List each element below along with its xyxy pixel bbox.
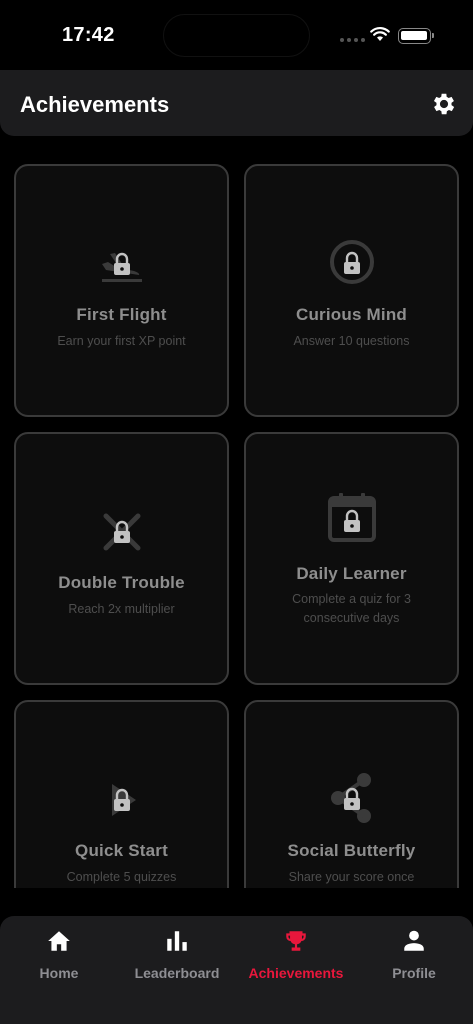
cellular-signal-icon (340, 38, 365, 42)
lock-icon (113, 520, 130, 543)
status-time: 17:42 (62, 24, 115, 46)
achievement-card-first-flight[interactable]: First Flight Earn your first XP point (14, 164, 229, 417)
plane-landing-icon (101, 252, 142, 282)
achievement-card-quick-start[interactable]: Quick Start Complete 5 quizzes (14, 700, 229, 888)
lock-icon (343, 251, 360, 274)
achievement-description: Share your score once (288, 870, 415, 884)
achievement-description: Earn your first XP point (57, 334, 186, 348)
play-icon (111, 784, 136, 816)
lock-icon (343, 787, 360, 810)
achievement-title: Curious Mind (296, 305, 407, 324)
tab-label: Home (39, 965, 79, 981)
achievement-title: Quick Start (75, 841, 168, 860)
page-title: Achievements (20, 92, 170, 117)
achievement-description: Complete 5 quizzes (66, 870, 177, 884)
trophy-icon (286, 931, 306, 951)
achievement-card-daily-learner[interactable]: Daily Learner Complete a quiz for 3 cons… (244, 432, 459, 685)
bottom-tab-bar: Home Leaderboard Achievements Profile (0, 916, 473, 1024)
achievement-title: Double Trouble (58, 573, 185, 592)
achievement-title: Daily Learner (296, 564, 407, 583)
cross-icon (103, 513, 140, 551)
achievement-card-social-butterfly[interactable]: Social Butterfly Share your score once (244, 700, 459, 888)
tab-label: Profile (392, 965, 436, 981)
share-icon (330, 773, 371, 823)
bar-chart-icon (167, 931, 187, 951)
settings-gear-icon[interactable] (430, 90, 458, 118)
person-icon (404, 930, 424, 951)
achievement-card-double-trouble[interactable]: Double Trouble Reach 2x multiplier (14, 432, 229, 685)
achievement-description: Complete a quiz for 3 consecutive days (292, 592, 411, 625)
tab-label: Achievements (248, 965, 344, 981)
status-bar: 17:42 (0, 0, 473, 70)
achievement-description: Answer 10 questions (293, 334, 410, 348)
tab-home[interactable]: Home (19, 916, 99, 996)
achievement-title: First Flight (76, 305, 167, 324)
battery-icon (398, 28, 434, 44)
wifi-icon (370, 27, 390, 41)
lock-icon (343, 509, 360, 532)
achievements-grid: First Flight Earn your first XP point Cu… (14, 164, 459, 888)
ring-icon (329, 240, 374, 284)
dynamic-island (163, 14, 310, 57)
lock-icon (113, 252, 130, 275)
achievements-scroll-area[interactable]: First Flight Earn your first XP point Cu… (0, 136, 473, 888)
home-icon (48, 931, 70, 951)
achievement-card-curious-mind[interactable]: Curious Mind Answer 10 questions (244, 164, 459, 417)
achievement-title: Social Butterfly (287, 841, 416, 860)
tab-leaderboard[interactable]: Leaderboard (127, 916, 227, 996)
tab-label: Leaderboard (134, 965, 220, 981)
app-header: Achievements (0, 70, 473, 136)
calendar-icon (327, 493, 376, 542)
tab-profile[interactable]: Profile (374, 916, 454, 996)
tab-achievements[interactable]: Achievements (242, 916, 350, 996)
achievement-description: Reach 2x multiplier (68, 602, 175, 616)
